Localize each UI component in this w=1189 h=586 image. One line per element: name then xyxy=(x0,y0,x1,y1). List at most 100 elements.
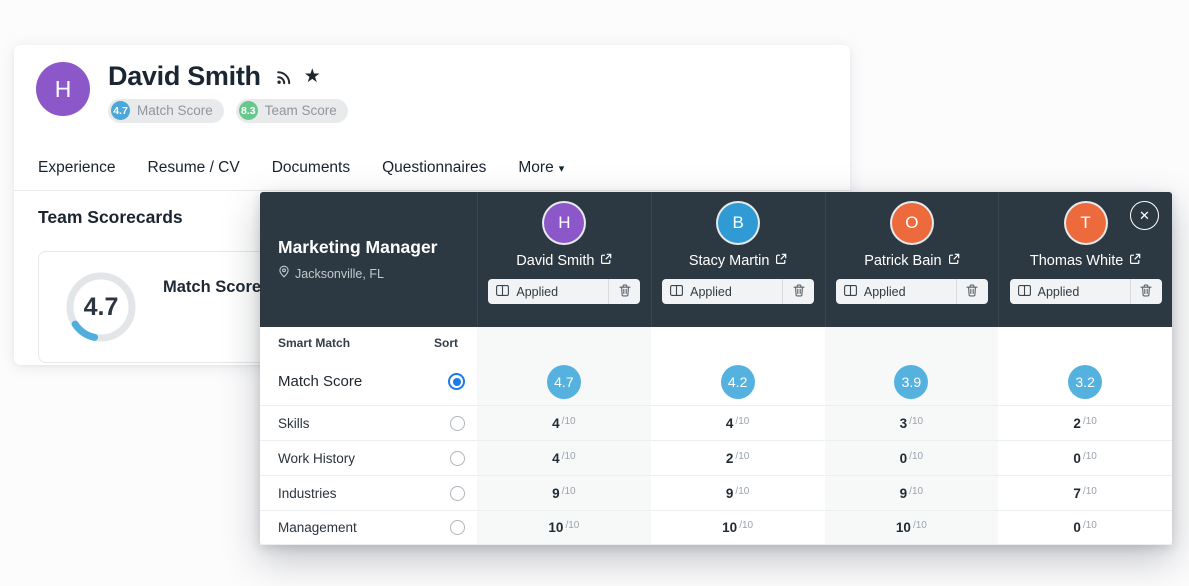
candidate-avatar: O xyxy=(892,203,932,243)
tab-documents[interactable]: Documents xyxy=(272,159,350,177)
status-label: Applied xyxy=(690,285,732,299)
metric-value: 10 xyxy=(722,520,737,535)
candidate-avatar: H xyxy=(36,62,90,116)
sort-radio-work-history[interactable] xyxy=(450,451,465,466)
metric-cell: 0/10 xyxy=(998,441,1172,475)
metric-cell: 7/10 xyxy=(998,476,1172,510)
table-header-row: Smart Match Sort xyxy=(260,327,1172,358)
remove-candidate-button[interactable] xyxy=(957,279,988,304)
match-score-circle: 3.2 xyxy=(1068,365,1102,399)
match-score-circle: 3.9 xyxy=(894,365,928,399)
candidate-avatar: T xyxy=(1066,203,1106,243)
metric-denominator: /10 xyxy=(562,451,576,462)
table-row-work-history: Work History 4/10 2/10 0/10 0/10 xyxy=(260,440,1172,475)
metric-value: 10 xyxy=(896,520,911,535)
board-icon xyxy=(496,283,509,301)
candidate-name: David Smith xyxy=(516,253,594,269)
match-score-circle: 4.7 xyxy=(547,365,581,399)
metric-cell: 9/10 xyxy=(825,476,999,510)
application-status-button[interactable]: Applied xyxy=(1010,279,1162,304)
application-status-button[interactable]: Applied xyxy=(662,279,814,304)
job-location: Jacksonville, FL xyxy=(295,267,384,281)
metric-cell: 3/10 xyxy=(825,406,999,440)
candidate-name-link[interactable]: Patrick Bain xyxy=(864,252,959,270)
match-score-card-label: Match Score xyxy=(163,278,261,297)
candidate-avatar: B xyxy=(718,203,758,243)
application-status-button[interactable]: Applied xyxy=(488,279,640,304)
row-label: Work History xyxy=(278,451,355,466)
metric-denominator: /10 xyxy=(909,416,923,427)
table-row-match-score: Match Score 4.7 4.2 3.9 3.2 xyxy=(260,358,1172,405)
external-link-icon xyxy=(775,252,787,270)
board-icon xyxy=(670,283,683,301)
close-button[interactable]: ✕ xyxy=(1130,201,1159,230)
profile-header: H David Smith ★ 4.7 xyxy=(36,62,348,123)
tab-resume-cv[interactable]: Resume / CV xyxy=(148,159,240,177)
favorite-star-icon[interactable]: ★ xyxy=(304,67,321,86)
match-score-badge-label: Match Score xyxy=(137,103,213,118)
metric-denominator: /10 xyxy=(562,416,576,427)
metric-denominator: /10 xyxy=(1083,486,1097,497)
sort-radio-skills[interactable] xyxy=(450,416,465,431)
sort-radio-match-score[interactable] xyxy=(448,373,465,390)
metric-cell: 9/10 xyxy=(477,476,651,510)
metric-denominator: /10 xyxy=(913,520,927,531)
candidate-name-link[interactable]: Stacy Martin xyxy=(689,252,788,270)
trash-icon xyxy=(966,284,978,300)
page: H David Smith ★ 4.7 xyxy=(0,0,1189,586)
team-score-badge-label: Team Score xyxy=(265,103,337,118)
status-label: Applied xyxy=(516,285,558,299)
trash-icon xyxy=(1140,284,1152,300)
metric-cell: 9/10 xyxy=(651,476,825,510)
candidate-column: B Stacy Martin xyxy=(651,192,825,327)
row-label: Match Score xyxy=(278,373,362,390)
tab-questionnaires[interactable]: Questionnaires xyxy=(382,159,486,177)
match-score-badge-value: 4.7 xyxy=(111,101,130,120)
tab-more[interactable]: More ▾ xyxy=(518,159,564,177)
metric-value: 0 xyxy=(1073,451,1081,466)
trash-icon xyxy=(793,284,805,300)
tab-experience[interactable]: Experience xyxy=(38,159,116,177)
candidate-column: H David Smith xyxy=(477,192,651,327)
metric-denominator: /10 xyxy=(562,486,576,497)
metric-value: 0 xyxy=(900,451,908,466)
metric-cell: 10/10 xyxy=(825,511,999,544)
column-spacer xyxy=(825,327,999,358)
table-row-industries: Industries 9/10 9/10 9/10 7/10 xyxy=(260,475,1172,510)
metric-value: 0 xyxy=(1073,520,1081,535)
remove-candidate-button[interactable] xyxy=(609,279,640,304)
comparison-modal-header: Marketing Manager Jacksonville, FL H Dav… xyxy=(260,192,1172,327)
candidate-name: David Smith xyxy=(108,62,261,92)
metric-denominator: /10 xyxy=(909,451,923,462)
match-score-gauge-value: 4.7 xyxy=(65,271,137,343)
profile-tabs: Experience Resume / CV Documents Questio… xyxy=(14,146,850,191)
column-spacer xyxy=(651,327,825,358)
smart-match-header: Smart Match xyxy=(278,336,350,350)
application-status-button[interactable]: Applied xyxy=(836,279,988,304)
metric-value: 9 xyxy=(900,486,908,501)
job-title: Marketing Manager xyxy=(278,237,459,258)
metric-denominator: /10 xyxy=(565,520,579,531)
metric-value: 4 xyxy=(552,416,560,431)
metric-denominator: /10 xyxy=(1083,416,1097,427)
section-title: Team Scorecards xyxy=(38,207,183,228)
board-icon xyxy=(844,283,857,301)
scorecard-table: Smart Match Sort Match Score 4.7 4.2 3.9… xyxy=(260,327,1172,545)
feed-icon[interactable] xyxy=(275,68,293,86)
candidate-avatar: H xyxy=(544,203,584,243)
external-link-icon xyxy=(948,252,960,270)
team-score-badge-value: 8.3 xyxy=(239,101,258,120)
candidate-name-link[interactable]: David Smith xyxy=(516,252,612,270)
table-row-management: Management 10/10 10/10 10/10 0/10 xyxy=(260,510,1172,545)
metric-denominator: /10 xyxy=(1083,451,1097,462)
comparison-modal: Marketing Manager Jacksonville, FL H Dav… xyxy=(260,192,1172,545)
row-label: Skills xyxy=(278,416,310,431)
remove-candidate-button[interactable] xyxy=(783,279,814,304)
metric-value: 9 xyxy=(552,486,560,501)
sort-radio-industries[interactable] xyxy=(450,486,465,501)
metric-cell: 4/10 xyxy=(651,406,825,440)
sort-radio-management[interactable] xyxy=(450,520,465,535)
remove-candidate-button[interactable] xyxy=(1131,279,1162,304)
metric-value: 2 xyxy=(726,451,734,466)
candidate-name-link[interactable]: Thomas White xyxy=(1030,252,1141,270)
